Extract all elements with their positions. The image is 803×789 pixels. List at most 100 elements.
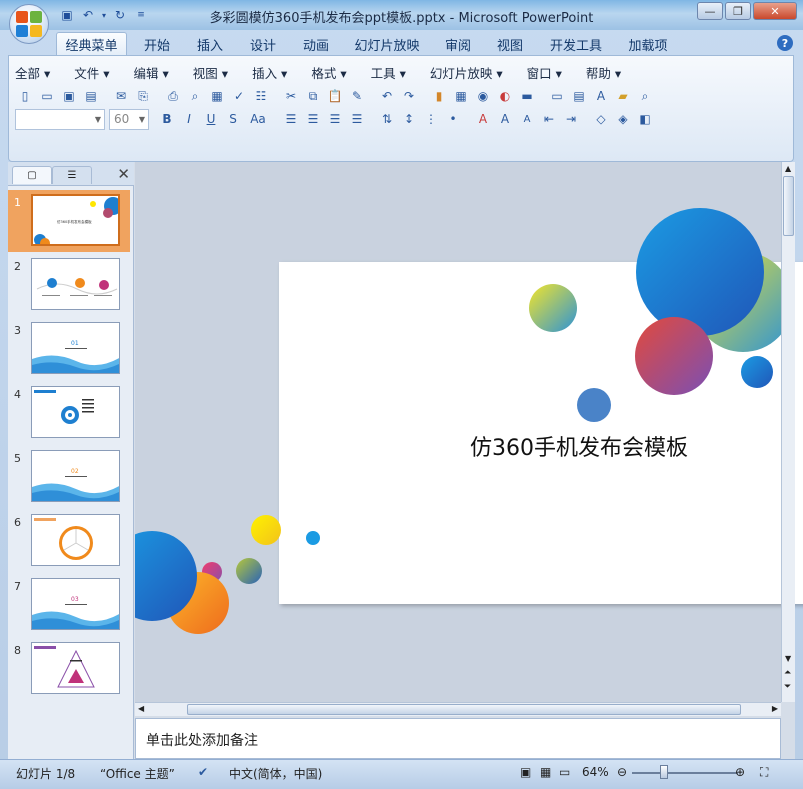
menu-format[interactable]: 格式 ▾ (311, 63, 346, 81)
menu-insert[interactable]: 插入 ▾ (252, 63, 287, 81)
slide-canvas[interactable]: 仿360手机发布会模板 (279, 262, 803, 604)
redo-icon[interactable]: ↻ (111, 6, 129, 24)
print-preview-icon[interactable]: ⌕ (185, 86, 205, 106)
vertical-scrollbar[interactable]: ▲ ▼ ⏶ ⏷ (781, 162, 795, 702)
slide-thumbnail-6[interactable]: 6 (8, 510, 130, 572)
scroll-up-icon[interactable]: ▲ (785, 164, 791, 173)
tab-outline[interactable]: ☰ (52, 166, 92, 184)
shadow-icon[interactable]: S (223, 109, 243, 129)
menu-tools[interactable]: 工具 ▾ (371, 63, 406, 81)
zoom-slider[interactable] (632, 772, 738, 774)
menu-window[interactable]: 窗口 ▾ (527, 63, 562, 81)
tab-developer[interactable]: 开发工具 (545, 32, 607, 56)
line-spacing-icon[interactable]: ↕ (399, 109, 419, 129)
bold-icon[interactable]: B (157, 109, 177, 129)
minimize-button[interactable]: — (697, 2, 723, 20)
shapes-icon[interactable]: ◇ (591, 109, 611, 129)
layout-icon[interactable]: ▤ (569, 86, 589, 106)
align-left-icon[interactable]: ☰ (281, 109, 301, 129)
spelling-icon[interactable]: ✓ (229, 86, 249, 106)
menu-all[interactable]: 全部 ▾ (15, 63, 50, 81)
undo-dropdown-icon[interactable]: ▾ (100, 6, 108, 24)
slide-sorter-icon[interactable]: ▦ (540, 765, 551, 779)
menu-help[interactable]: 帮助 ▾ (586, 63, 621, 81)
slide-thumbnail-8[interactable]: 8 (8, 638, 130, 700)
tab-home[interactable]: 开始 (137, 32, 177, 56)
undo-icon[interactable]: ↶ (377, 86, 397, 106)
slide-thumbnail-3[interactable]: 3 01 (8, 318, 130, 380)
open-icon[interactable]: ▭ (37, 86, 57, 106)
spellcheck-icon[interactable]: ✔ (198, 765, 208, 779)
normal-view-icon[interactable]: ▣ (520, 765, 531, 779)
new-icon[interactable]: ▯ (15, 86, 35, 106)
format-painter-icon[interactable]: ✎ (347, 86, 367, 106)
paste-icon[interactable]: 📋 (325, 86, 345, 106)
textbox-icon[interactable]: A (591, 86, 611, 106)
menu-view[interactable]: 视图 ▾ (193, 63, 228, 81)
font-color-icon[interactable]: A (473, 109, 493, 129)
tab-addins[interactable]: 加载项 (622, 32, 674, 56)
slide-thumbnail-4[interactable]: 4 (8, 382, 130, 444)
black-white-icon[interactable]: ▬ (517, 86, 537, 106)
zoom-in-icon[interactable]: ⊕ (735, 765, 745, 779)
slide-thumbnail-2[interactable]: 2 (8, 254, 130, 316)
arrange-icon[interactable]: ◈ (613, 109, 633, 129)
undo-icon[interactable]: ↶ (79, 6, 97, 24)
next-slide-icon[interactable]: ⏷ (784, 682, 791, 692)
tab-classic-menu[interactable]: 经典菜单 (56, 32, 127, 56)
scroll-left-icon[interactable]: ◀ (138, 704, 144, 713)
print-icon[interactable]: ⎙ (163, 86, 183, 106)
align-right-icon[interactable]: ☰ (325, 109, 345, 129)
table-icon[interactable]: ▦ (451, 86, 471, 106)
tab-slides[interactable]: ▢ (12, 166, 52, 184)
research-icon[interactable]: ☷ (251, 86, 271, 106)
office-button[interactable] (9, 4, 49, 44)
font-size-combo[interactable]: 60 ▼ (109, 108, 149, 130)
scroll-thumb[interactable] (783, 176, 794, 236)
menu-edit[interactable]: 编辑 ▾ (134, 63, 169, 81)
email-icon[interactable]: ✉ (111, 86, 131, 106)
increase-indent-icon[interactable]: ⇥ (561, 109, 581, 129)
grow-font-icon[interactable]: A (495, 109, 515, 129)
menu-file[interactable]: 文件 ▾ (74, 63, 109, 81)
scroll-right-icon[interactable]: ▶ (772, 704, 778, 713)
permission-icon[interactable]: ▤ (81, 86, 101, 106)
customize-quick-access-icon[interactable]: ≡ (132, 6, 150, 24)
copy-icon[interactable]: ⧉ (303, 86, 323, 106)
cut-icon[interactable]: ✂ (281, 86, 301, 106)
underline-icon[interactable]: U (201, 109, 221, 129)
slide-thumbnail-1[interactable]: 1 仿360手机发布会模板 (8, 190, 130, 252)
tab-slideshow[interactable]: 幻灯片放映 (350, 32, 424, 56)
close-icon[interactable]: ✕ (117, 165, 130, 183)
decrease-indent-icon[interactable]: ⇤ (539, 109, 559, 129)
page-setup-icon[interactable]: ▦ (207, 86, 227, 106)
clipart-icon[interactable]: ◉ (473, 86, 493, 106)
tab-view[interactable]: 视图 (490, 32, 530, 56)
chart-icon[interactable]: ▮ (429, 86, 449, 106)
numbering-icon[interactable]: ⋮ (421, 109, 441, 129)
tab-animation[interactable]: 动画 (296, 32, 336, 56)
save-icon[interactable]: ▣ (59, 86, 79, 106)
text-direction-icon[interactable]: ⇅ (377, 109, 397, 129)
italic-icon[interactable]: I (179, 109, 199, 129)
attach-icon[interactable]: ⎘ (133, 86, 153, 106)
previous-slide-icon[interactable]: ⏶ (784, 668, 791, 678)
slide-title[interactable]: 仿360手机发布会模板 (439, 430, 719, 462)
new-slide-icon[interactable]: ▭ (547, 86, 567, 106)
tab-insert[interactable]: 插入 (190, 32, 230, 56)
close-button[interactable]: ✕ (753, 2, 797, 20)
help-icon[interactable]: ? (777, 35, 793, 51)
hscroll-thumb[interactable] (187, 704, 741, 715)
menu-slideshow[interactable]: 幻灯片放映 ▾ (430, 63, 503, 81)
change-case-icon[interactable]: Aa (245, 109, 271, 129)
slide-thumbnail-7[interactable]: 7 03 (8, 574, 130, 636)
find-icon[interactable]: ⌕ (635, 86, 655, 106)
folder-icon[interactable]: ▰ (613, 86, 633, 106)
align-center-icon[interactable]: ☰ (303, 109, 323, 129)
font-name-combo[interactable]: ▼ (15, 108, 105, 130)
bullets-icon[interactable]: • (443, 109, 463, 129)
slideshow-view-icon[interactable]: ▭ (559, 765, 570, 779)
slide-thumbnail-5[interactable]: 5 02 (8, 446, 130, 508)
zoom-out-icon[interactable]: ⊖ (617, 765, 627, 779)
shrink-font-icon[interactable]: A (517, 109, 537, 129)
